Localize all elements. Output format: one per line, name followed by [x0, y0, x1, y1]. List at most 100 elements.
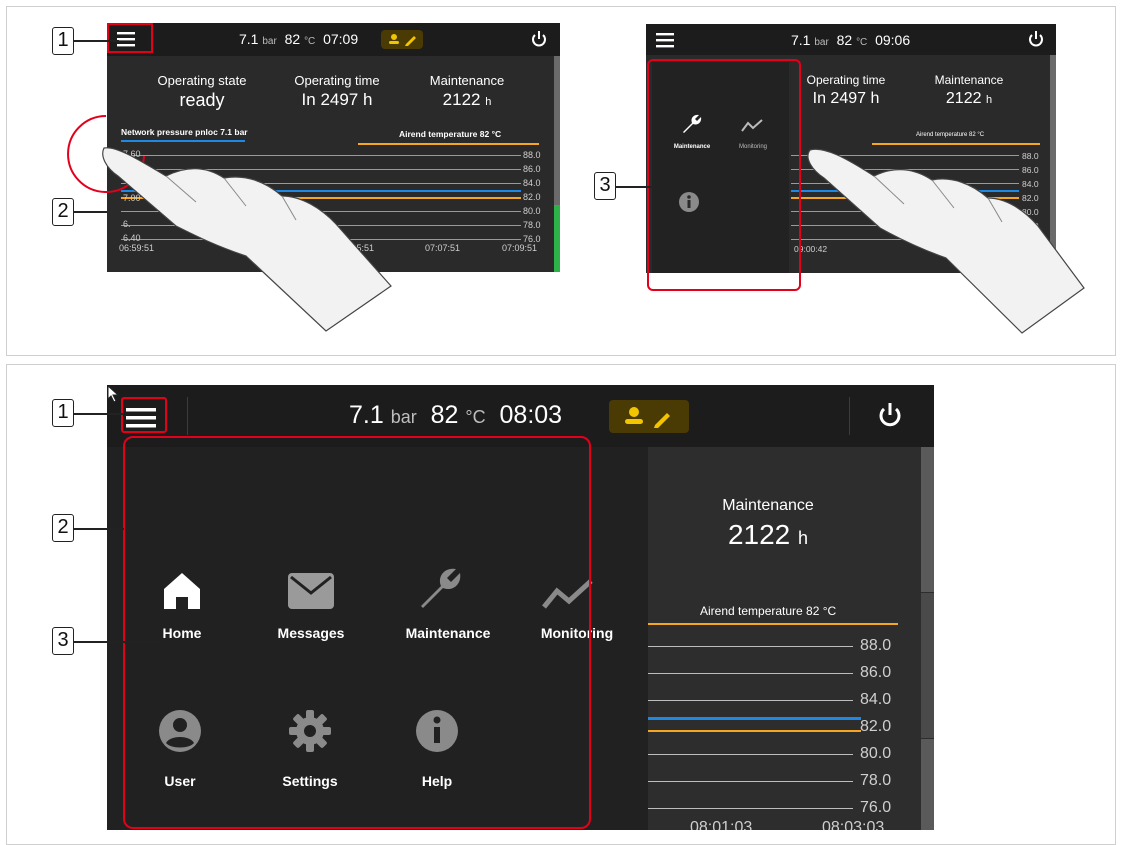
- temperature-unit: °C: [304, 36, 316, 47]
- right-content: Maintenance 2122 h Airend temperature 82…: [648, 447, 934, 830]
- grid-line: [648, 781, 853, 782]
- grid-line: [121, 183, 521, 184]
- status-readout: 7.1 bar 82 °C 08:03: [349, 401, 562, 430]
- left-tick: 6.40: [123, 233, 141, 243]
- temperature-legend: Airend temperature 82 °C: [700, 604, 837, 618]
- x-tick: 06:59:51: [119, 243, 155, 253]
- maintenance-value: 2122 h: [698, 519, 838, 551]
- grid-line: [121, 239, 521, 240]
- top-bar: 7.1 bar 82 °C 09:06: [646, 24, 1056, 55]
- temperature-legend-line: [358, 143, 539, 145]
- grid-line: [121, 225, 521, 226]
- maintenance-label: Maintenance: [934, 73, 1004, 87]
- x-tick: 08:03:03: [822, 819, 885, 830]
- grid-line: [791, 239, 1019, 240]
- callout-2-leader: [74, 211, 107, 213]
- right-tick: 76.0: [860, 799, 892, 816]
- pencil-icon: [405, 36, 416, 46]
- screen-a: 7.1 bar 82 °C 07:09 Operating state read…: [107, 23, 560, 272]
- status-readout: 7.1 bar 82 °C 07:09: [239, 31, 358, 47]
- scrollbar-section: [921, 592, 934, 739]
- operating-time-label: Operating time: [294, 73, 380, 88]
- user-access-badge[interactable]: [609, 400, 689, 433]
- grid-line: [791, 183, 1019, 184]
- right-tick: 80.0: [523, 206, 541, 216]
- clock-time: 08:03: [499, 401, 563, 429]
- menu-button-highlight: [121, 397, 167, 433]
- maintenance-hours: 2122: [945, 90, 982, 107]
- page-indicator: [822, 266, 852, 273]
- callout-3-leader: [74, 641, 160, 643]
- temperature-value: 82: [836, 32, 853, 48]
- right-tick: 84.0: [523, 178, 541, 188]
- status-strip-green: [554, 205, 560, 272]
- menu-panel-highlight: [647, 59, 801, 291]
- pencil-icon: [654, 413, 670, 428]
- x-tick: 08:01:03: [690, 819, 753, 830]
- right-tick: 84.0: [1022, 179, 1039, 189]
- top-bar-divider: [849, 397, 850, 435]
- grid-line: [648, 754, 853, 755]
- grid-line: [791, 211, 1019, 212]
- left-tick: 6.: [123, 219, 131, 229]
- right-tick: 88.0: [523, 150, 541, 160]
- right-tick: 82.0: [523, 192, 541, 202]
- right-tick: 82.0: [1022, 193, 1039, 203]
- user-access-badge[interactable]: [381, 30, 423, 49]
- pressure-unit: bar: [262, 36, 277, 47]
- temperature-legend: Airend temperature 82 °C: [916, 132, 985, 138]
- menu-panel-highlight: [123, 436, 591, 829]
- power-icon[interactable]: [877, 402, 903, 435]
- maintenance-label: Maintenance: [429, 73, 505, 88]
- power-icon[interactable]: [530, 30, 548, 53]
- callout-1: 1: [52, 27, 74, 55]
- operating-time-value: In 2497 h: [812, 90, 880, 107]
- right-tick: 80.0: [1022, 207, 1039, 217]
- pressure-value: 7.1: [791, 32, 811, 48]
- right-tick: 86.0: [860, 664, 892, 681]
- grid-line: [648, 808, 853, 809]
- grid-line: [121, 169, 521, 170]
- callout-3: 3: [52, 627, 74, 655]
- temperature-series-line: [648, 730, 861, 732]
- right-tick: 78.0: [523, 220, 541, 230]
- operating-time-value: In 2497 h: [301, 90, 373, 109]
- x-tick: 07:07:51: [425, 243, 461, 253]
- power-icon[interactable]: [1027, 30, 1045, 53]
- status-readout: 7.1 bar 82 °C 09:06: [791, 32, 910, 48]
- user-icon: [625, 407, 670, 428]
- grid-line: [121, 211, 521, 212]
- x-tick: 07:09:51: [502, 243, 538, 253]
- temperature-unit: °C: [856, 37, 868, 48]
- temperature-series-line: [121, 197, 521, 199]
- left-tick: 7.00: [123, 193, 141, 203]
- right-tick: 76.0: [1022, 235, 1039, 245]
- right-tick: 78.0: [1022, 221, 1039, 231]
- pressure-series-line: [648, 717, 861, 720]
- callout-3: 3: [594, 172, 616, 200]
- right-tick: 84.0: [860, 691, 892, 708]
- pressure-series-line: [791, 190, 1019, 192]
- pressure-value: 7.1: [349, 401, 384, 429]
- right-tick: 78.0: [860, 772, 892, 789]
- temperature-value: 82: [430, 401, 459, 429]
- grid-line: [791, 169, 1019, 170]
- x-tick: 07:05:51: [339, 243, 375, 253]
- temperature-legend-line: [872, 143, 1040, 145]
- pressure-value: 7.1: [239, 31, 259, 47]
- right-tick: 86.0: [523, 164, 541, 174]
- callout-1-leader: [74, 413, 123, 415]
- menu-button-highlight: [107, 23, 153, 53]
- operating-time-label: Operating time: [806, 73, 886, 87]
- operating-state-value: ready: [179, 90, 225, 110]
- right-tick: 82.0: [860, 718, 892, 735]
- hamburger-menu-icon[interactable]: [656, 32, 674, 53]
- grid-line: [648, 646, 853, 647]
- temperature-series-line: [791, 197, 1019, 199]
- scrollbar[interactable]: [1050, 55, 1056, 273]
- right-tick: 86.0: [1022, 165, 1039, 175]
- maintenance-value: 2122 h: [417, 90, 517, 110]
- pressure-unit: bar: [814, 37, 829, 48]
- callout-2: 2: [52, 198, 74, 226]
- swipe-start-circle: [67, 115, 145, 193]
